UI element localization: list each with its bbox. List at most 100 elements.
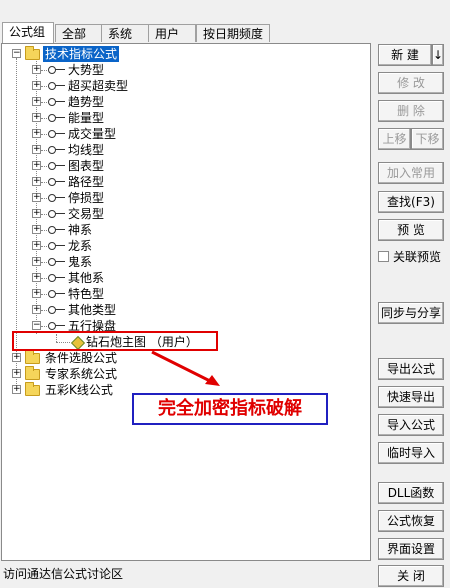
expand-icon[interactable]: + [32,65,41,74]
expand-icon[interactable]: + [32,97,41,106]
tree-node-label: 其他类型 [68,303,117,317]
tree-node-label: 超买超卖型 [68,79,129,93]
expand-icon[interactable]: + [32,289,41,298]
expand-icon[interactable]: + [32,305,41,314]
tab-bar: 公式组 全部 系统 用户 按日期频度 [0,22,372,44]
expand-icon[interactable]: + [32,273,41,282]
tree-node-category[interactable]: + 超买超卖型 [2,78,362,94]
key-icon [48,210,66,218]
tree-node-label: 能量型 [68,111,105,125]
tab-system[interactable]: 系统 [101,24,149,42]
tree-node-category[interactable]: + 成交量型 [2,126,362,142]
collapse-icon[interactable]: − [12,49,21,58]
tree-node-category[interactable]: + 大势型 [2,62,362,78]
highlight-box [12,331,218,351]
folder-icon [25,366,40,380]
temp-import-button[interactable]: 临时导入 [378,442,444,464]
key-icon [48,146,66,154]
checkbox-label: 关联预览 [393,250,442,264]
key-icon [48,274,66,282]
collapse-icon[interactable]: − [32,321,41,330]
key-icon [48,322,66,330]
key-icon [48,98,66,106]
expand-icon[interactable]: + [32,193,41,202]
key-icon [48,82,66,90]
tree-node-category[interactable]: + 能量型 [2,110,362,126]
expand-icon[interactable]: + [32,161,41,170]
annotation-arrow-icon [151,350,220,386]
tree-node-category[interactable]: + 停损型 [2,190,362,206]
tree-node-label: 神系 [68,223,93,237]
tab-by-date-frequency[interactable]: 按日期频度 [196,24,270,42]
import-formula-button[interactable]: 导入公式 [378,414,444,436]
add-common-button[interactable]: 加入常用 [378,162,444,184]
tree-node-label: 鬼系 [68,255,93,269]
expand-icon[interactable]: + [32,225,41,234]
expand-icon[interactable]: + [32,209,41,218]
tree-node-label: 停损型 [68,191,105,205]
key-icon [48,194,66,202]
tree-node-category[interactable]: + 其他类型 [2,302,362,318]
key-icon [48,178,66,186]
quick-export-button[interactable]: 快速导出 [378,386,444,408]
modify-button[interactable]: 修 改 [378,72,444,94]
expand-icon[interactable]: + [12,353,21,362]
expand-icon[interactable]: + [32,113,41,122]
tab-user[interactable]: 用户 [148,24,196,42]
new-button[interactable]: 新 建 [378,44,432,66]
move-up-button[interactable]: 上移 [378,128,411,150]
dll-function-button[interactable]: DLL函数 [378,482,444,504]
export-formula-button[interactable]: 导出公式 [378,358,444,380]
expand-icon[interactable]: + [32,257,41,266]
tree-node-category[interactable]: + 其他系 [2,270,362,286]
tree-node-label: 技术指标公式 [43,46,120,62]
expand-icon[interactable]: + [32,177,41,186]
expand-icon[interactable]: + [12,385,21,394]
annotation-banner: 完全加密指标破解 [132,393,328,425]
tree-node-label: 图表型 [68,159,105,173]
ui-settings-button[interactable]: 界面设置 [378,538,444,560]
tree-node-category[interactable]: + 图表型 [2,158,362,174]
preview-button[interactable]: 预 览 [378,219,444,241]
tree-node-technical-indicators[interactable]: − 技术指标公式 [2,46,362,62]
new-dropdown-arrow-icon[interactable]: ↓ [432,44,444,66]
expand-icon[interactable]: + [32,241,41,250]
folder-open-icon [25,46,40,60]
expand-icon[interactable]: + [32,129,41,138]
key-icon [48,258,66,266]
tree-node-category[interactable]: + 均线型 [2,142,362,158]
tree-node-category[interactable]: + 龙系 [2,238,362,254]
tree-node-label: 特色型 [68,287,105,301]
tree-node-category[interactable]: + 路径型 [2,174,362,190]
move-down-button[interactable]: 下移 [411,128,444,150]
key-icon [48,242,66,250]
tree-node-category[interactable]: + 神系 [2,222,362,238]
delete-button[interactable]: 删 除 [378,100,444,122]
expand-icon[interactable]: + [32,145,41,154]
key-icon [48,114,66,122]
sync-share-button[interactable]: 同步与分享 [378,302,444,324]
tree-node-category[interactable]: + 鬼系 [2,254,362,270]
tree-node-label: 大势型 [68,63,105,77]
tree-node-category[interactable]: + 交易型 [2,206,362,222]
tree-node-label: 均线型 [68,143,105,157]
tree-node-label: 交易型 [68,207,105,221]
expand-icon[interactable]: + [12,369,21,378]
tree-node-category[interactable]: + 特色型 [2,286,362,302]
key-icon [48,130,66,138]
tree-node-category[interactable]: + 趋势型 [2,94,362,110]
tree-node-label: 其他系 [68,271,105,285]
close-button[interactable]: 关 闭 [378,565,444,587]
checkbox-box[interactable] [378,251,389,262]
find-button[interactable]: 查找(F3) [378,191,444,213]
tab-all[interactable]: 全部 [55,24,105,42]
expand-icon[interactable]: + [32,81,41,90]
formula-tree[interactable]: − 技术指标公式 + 大势型 + 超买超卖型 + 趋势型 + 能量型 + 成交量型 + 均线… [1,43,371,561]
tab-formula-group[interactable]: 公式组 [2,22,54,44]
folder-icon [25,350,40,364]
formula-restore-button[interactable]: 公式恢复 [378,510,444,532]
tree-node-label: 趋势型 [68,95,105,109]
forum-link[interactable]: 访问通达信公式讨论区 [3,566,123,582]
key-icon [48,66,66,74]
tree-node-label: 条件选股公式 [45,351,118,365]
